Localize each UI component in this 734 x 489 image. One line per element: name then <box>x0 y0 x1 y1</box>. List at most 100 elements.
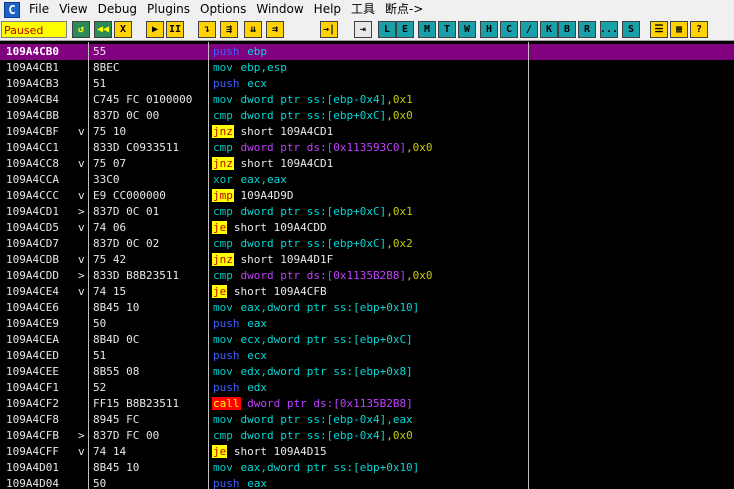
disassembly-row[interactable]: 109A4CE4 v 74 15 je short 109A4CFB <box>0 284 734 300</box>
menu-file[interactable]: File <box>24 0 54 19</box>
rewind-icon[interactable]: ◀◀ <box>94 21 112 38</box>
patches-icon[interactable]: / <box>520 21 538 38</box>
operand: eax <box>240 317 267 330</box>
jump-arrow: v <box>78 253 85 266</box>
disassembly-row[interactable]: 109A4CBB 837D 0C 00 cmp dword ptr ss:[ebp+… <box>0 108 734 124</box>
call-stack-icon[interactable]: K <box>540 21 558 38</box>
app-icon[interactable]: C <box>4 1 20 18</box>
menu-plugins[interactable]: Plugins <box>142 0 195 19</box>
mnemonic: mov <box>213 461 233 474</box>
disassembly-row[interactable]: 109A4CDB v 75 42 jnz short 109A4D1F <box>0 252 734 268</box>
disassembly-row[interactable]: 109A4CF1 52 push edx <box>0 380 734 396</box>
help-icon[interactable]: ? <box>690 21 708 38</box>
cpu-icon[interactable]: C <box>500 21 518 38</box>
disassembly-row[interactable]: 109A4D01 8B45 10 mov eax,dword ptr ss:[ebp… <box>0 460 734 476</box>
menu-help[interactable]: Help <box>309 0 346 19</box>
operand: ecx,dword ptr ss:[ebp+0xC] <box>233 333 413 346</box>
hex-dump-cell: 8945 FC <box>93 413 140 426</box>
disassembly-row[interactable]: 109A4CB1 8BEC mov ebp,esp <box>0 60 734 76</box>
source-icon[interactable]: S <box>622 21 640 38</box>
disassembly-row[interactable]: 109A4CC1 833D C0933511 cmp dword ptr ds:[0… <box>0 140 734 156</box>
step-into-icon[interactable]: ↴ <box>198 21 216 38</box>
disassembly-row[interactable]: 109A4CCC v E9 CC000000 jmp 109A4D9D <box>0 188 734 204</box>
menu-options[interactable]: Options <box>195 0 251 19</box>
disassembly-row[interactable]: 109A4CBF v 75 10 jnz short 109A4CD1 <box>0 124 734 140</box>
disassembly-row[interactable]: 109A4CCA 33C0 xor eax,eax <box>0 172 734 188</box>
operand: short 109A4CD1 <box>233 157 334 170</box>
menu-debug[interactable]: Debug <box>93 0 142 19</box>
disassembly-row[interactable]: 109A4CB4 C745 FC 0100000 mov dword ptr ss:… <box>0 92 734 108</box>
disassembly-row[interactable]: 109A4CEE 8B55 08 mov edx,dword ptr ss:[ebp… <box>0 364 734 380</box>
run-trace-icon[interactable]: ... <box>600 21 618 38</box>
disassembly-cell: mov ebp,esp <box>212 60 528 76</box>
disassembly-row[interactable]: 109A4D04 50 push eax <box>0 476 734 489</box>
breakpoints-icon[interactable]: B <box>558 21 576 38</box>
disassembly-row[interactable]: 109A4CE6 8B45 10 mov eax,dword ptr ss:[ebp… <box>0 300 734 316</box>
modules-icon[interactable]: E <box>396 21 414 38</box>
menu-bar: C File View Debug Plugins Options Window… <box>0 0 734 19</box>
goto-icon[interactable]: ⇥ <box>354 21 372 38</box>
memory-icon[interactable]: M <box>418 21 436 38</box>
jump-arrow: v <box>78 221 85 234</box>
step-over-icon[interactable]: ⇶ <box>220 21 238 38</box>
operand: ecx <box>240 349 267 362</box>
disassembly-cell: mov dword ptr ss:[ebp-0x4],eax <box>212 412 528 428</box>
disassembly-row[interactable]: 109A4CB3 51 push ecx <box>0 76 734 92</box>
disassembly-cell: mov eax,dword ptr ss:[ebp+0x10] <box>212 460 528 476</box>
mnemonic: cmp <box>213 237 233 250</box>
open-icon[interactable]: ↺ <box>72 21 90 38</box>
operand: edx,dword ptr ss:[ebp+0x8] <box>233 365 413 378</box>
mnemonic: mov <box>213 413 233 426</box>
address-cell: 109A4CF8 <box>6 413 59 426</box>
disassembly-row[interactable]: 109A4CD7 837D 0C 02 cmp dword ptr ss:[ebp+… <box>0 236 734 252</box>
disassembly-row[interactable]: 109A4CD1 >837D 0C 01 cmp dword ptr ss:[ebp… <box>0 204 734 220</box>
hex-dump-cell: 55 <box>93 45 107 58</box>
disassembly-row[interactable]: 109A4CEA 8B4D 0C mov ecx,dword ptr ss:[ebp… <box>0 332 734 348</box>
menu-tools[interactable]: 工具 <box>346 0 380 19</box>
jump-arrow <box>78 44 88 60</box>
column-divider[interactable] <box>208 42 209 489</box>
column-divider[interactable] <box>528 42 529 489</box>
references-icon[interactable]: R <box>578 21 596 38</box>
appearance-icon[interactable]: ▦ <box>670 21 688 38</box>
disassembly-row[interactable]: 109A4CF8 8945 FC mov dword ptr ss:[ebp-0x4… <box>0 412 734 428</box>
jump-arrow <box>78 396 88 412</box>
execute-till-return-icon[interactable]: →| <box>320 21 338 38</box>
handles-icon[interactable]: H <box>480 21 498 38</box>
menu-view[interactable]: View <box>54 0 92 19</box>
log-icon[interactable]: L <box>378 21 396 38</box>
disassembly-row[interactable]: 109A4CFB >837D FC 00 cmp dword ptr ss:[ebp… <box>0 428 734 444</box>
trace-over-icon[interactable]: ⇉ <box>266 21 284 38</box>
pause-icon[interactable]: II <box>166 21 184 38</box>
menu-breakpoints[interactable]: 断点-> <box>380 0 428 19</box>
mnemonic: cmp <box>213 269 233 282</box>
mnemonic: push <box>213 77 240 90</box>
options-icon[interactable]: ☰ <box>650 21 668 38</box>
close-icon[interactable]: X <box>114 21 132 38</box>
disassembly-row[interactable]: 109A4CE9 50 push eax <box>0 316 734 332</box>
address-cell: 109A4CE9 <box>6 317 59 330</box>
menu-window[interactable]: Window <box>251 0 308 19</box>
mnemonic: push <box>213 477 240 489</box>
disassembly-row[interactable]: 109A4CF2 FF15 B8B23511 call dword ptr ds:[… <box>0 396 734 412</box>
hex-dump-cell: C745 FC 0100000 <box>93 93 193 106</box>
disassembly-row[interactable]: 109A4CC8 v 75 07 jnz short 109A4CD1 <box>0 156 734 172</box>
disassembly-row[interactable]: 109A4CDD >833D B8B23511 cmp dword ptr ds:[… <box>0 268 734 284</box>
operand: eax <box>240 477 267 489</box>
hex-dump-cell: 50 <box>93 477 107 489</box>
address-cell: 109A4CC1 <box>6 141 59 154</box>
trace-into-icon[interactable]: ⇊ <box>244 21 262 38</box>
disassembly-row[interactable]: 109A4CFF v 74 14 je short 109A4D15 <box>0 444 734 460</box>
mnemonic: mov <box>213 333 233 346</box>
windows-icon[interactable]: W <box>458 21 476 38</box>
column-divider[interactable] <box>88 42 89 489</box>
disassembly-pane[interactable]: 109A4CB0 55 push ebp 109A4CB1 8BEC mov ebp,es… <box>0 42 734 489</box>
disassembly-row[interactable]: 109A4CED 51 push ecx <box>0 348 734 364</box>
disassembly-row[interactable]: 109A4CB0 55 push ebp <box>0 44 734 60</box>
threads-icon[interactable]: T <box>438 21 456 38</box>
mnemonic: jnz <box>212 125 234 138</box>
hex-dump-cell: 75 42 <box>93 253 127 266</box>
run-icon[interactable]: ▶ <box>146 21 164 38</box>
disassembly-row[interactable]: 109A4CD5 v 74 06 je short 109A4CDD <box>0 220 734 236</box>
address-cell: 109A4CBF <box>6 125 59 138</box>
